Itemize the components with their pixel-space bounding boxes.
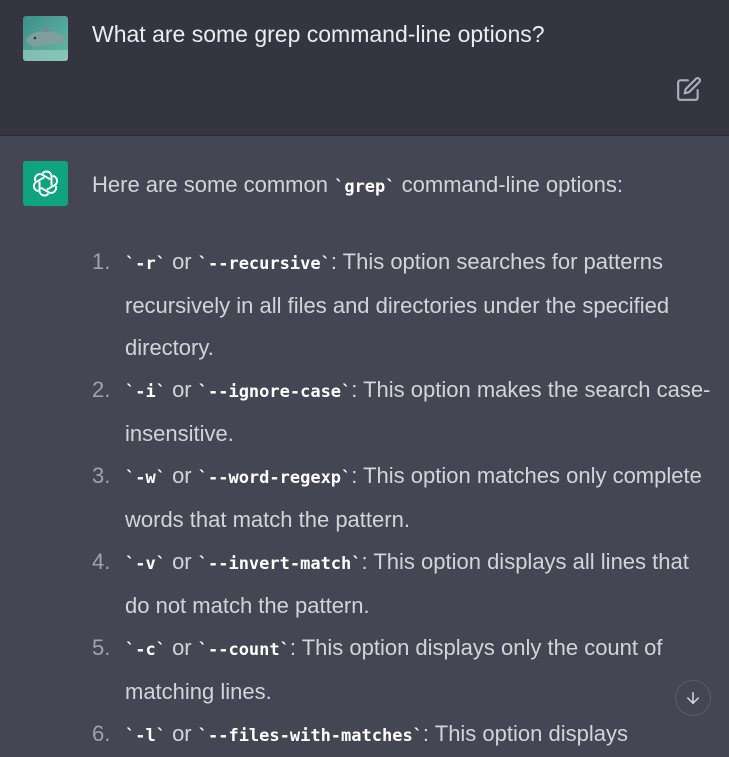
list-item: 4. `-v` or `--invert-match`: This option… [92,541,712,627]
or-text: or [165,249,198,274]
list-number: 2. [92,377,111,402]
short-option: `-l` [125,726,166,746]
intro-text-after: command-line options: [395,172,623,197]
edit-icon [677,77,701,101]
user-avatar [23,16,68,61]
list-item: 1. `-r` or `--recursive`: This option se… [92,241,712,369]
list-item: 5. `-c` or `--count`: This option displa… [92,627,712,713]
list-number: 3. [92,463,111,488]
short-option: `-r` [125,254,166,274]
long-option: `--recursive` [197,254,331,274]
or-text: or [165,721,198,746]
edit-message-button[interactable] [676,76,702,102]
or-text: or [165,635,198,660]
list-number: 4. [92,549,111,574]
long-option: `--count` [197,640,290,660]
assistant-answer: Here are some common `grep` command-line… [92,168,712,757]
list-item: 3. `-w` or `--word-regexp`: This option … [92,455,712,541]
user-message-text: What are some grep command-line options? [92,21,545,47]
list-number: 6. [92,721,111,746]
intro-code: `grep` [334,177,396,197]
option-description: : This option displays [422,721,628,746]
list-item: 6. `-l` or `--files-with-matches`: This … [92,713,712,757]
long-option: `--invert-match` [197,554,362,574]
or-text: or [165,549,198,574]
short-option: `-i` [125,382,166,402]
or-text: or [165,463,198,488]
list-number: 5. [92,635,111,660]
options-list: 1. `-r` or `--recursive`: This option se… [92,241,712,757]
user-message: What are some grep command-line options? [0,0,729,136]
short-option: `-w` [125,468,166,488]
long-option: `--word-regexp` [197,468,352,488]
answer-intro: Here are some common `grep` command-line… [92,168,712,204]
arrow-down-icon [687,692,699,704]
short-option: `-c` [125,640,166,660]
list-number: 1. [92,249,111,274]
list-item: 2. `-i` or `--ignore-case`: This option … [92,369,712,455]
short-option: `-v` [125,554,166,574]
long-option: `--files-with-matches` [197,726,423,746]
scroll-to-bottom-button[interactable] [675,680,711,716]
assistant-avatar [23,161,68,206]
intro-text-before: Here are some common [92,172,335,197]
or-text: or [165,377,198,402]
chatgpt-logo-icon [32,170,59,197]
long-option: `--ignore-case` [197,382,352,402]
assistant-message: Here are some common `grep` command-line… [0,136,729,746]
